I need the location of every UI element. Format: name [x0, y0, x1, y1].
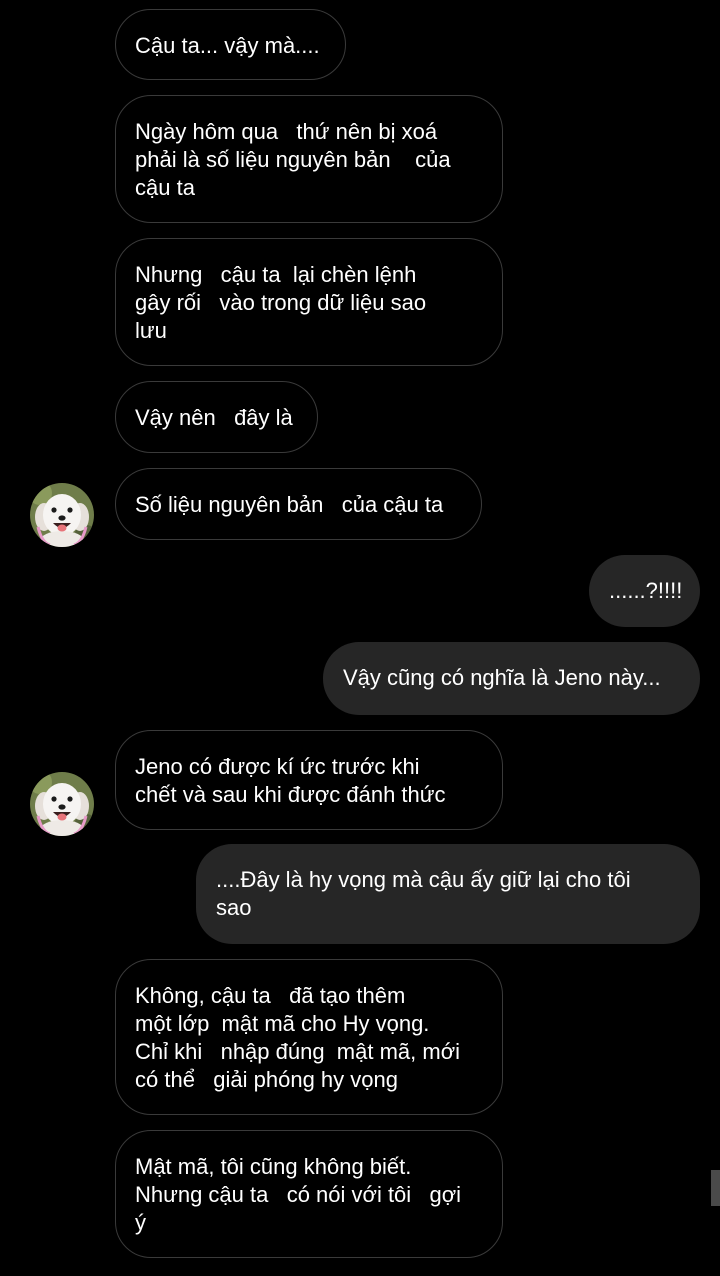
- message-bubble-outgoing[interactable]: ......?!!!!: [589, 555, 700, 627]
- message-bubble-outgoing[interactable]: Vậy cũng có nghĩa là Jeno này...: [323, 642, 700, 715]
- scrollbar-thumb[interactable]: [711, 1170, 720, 1206]
- message-bubble-incoming[interactable]: Cậu ta... vậy mà....: [115, 9, 346, 80]
- message-bubble-incoming[interactable]: Jeno có được kí ức trước khi chết và sau…: [115, 730, 503, 830]
- message-bubble-incoming[interactable]: Vậy nên đây là: [115, 381, 318, 453]
- message-bubble-incoming[interactable]: Không, cậu ta đã tạo thêm một lớp mật mã…: [115, 959, 503, 1115]
- contact-avatar[interactable]: [30, 772, 94, 836]
- message-bubble-incoming[interactable]: Mật mã, tôi cũng không biết. Nhưng cậu t…: [115, 1130, 503, 1258]
- dog-avatar-icon: [30, 483, 94, 547]
- message-bubble-incoming[interactable]: Ngày hôm qua thứ nên bị xoá phải là số l…: [115, 95, 503, 223]
- message-bubble-incoming[interactable]: Số liệu nguyên bản của cậu ta: [115, 468, 482, 540]
- message-bubble-outgoing[interactable]: ....Đây là hy vọng mà cậu ấy giữ lại cho…: [196, 844, 700, 944]
- message-bubble-incoming[interactable]: Nhưng cậu ta lại chèn lệnh gây rối vào t…: [115, 238, 503, 366]
- dog-avatar-icon: [30, 772, 94, 836]
- contact-avatar[interactable]: [30, 483, 94, 547]
